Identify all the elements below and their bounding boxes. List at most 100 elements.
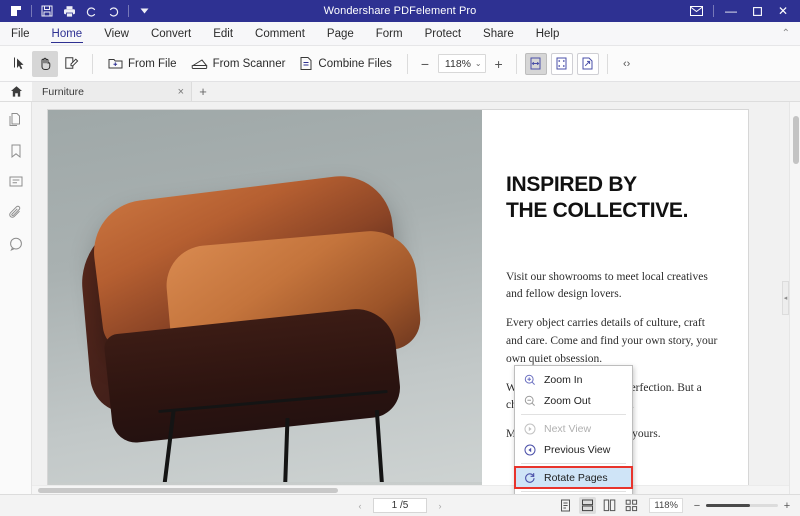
ribbon-divider-1 xyxy=(92,54,93,74)
menu-convert[interactable]: Convert xyxy=(140,22,202,45)
zoom-level-select[interactable]: 118% ⌄ xyxy=(438,54,486,73)
next-page-button[interactable]: › xyxy=(433,501,447,511)
page-fit-controls xyxy=(525,53,599,75)
window-controls: — ✕ xyxy=(683,0,800,22)
menu-help[interactable]: Help xyxy=(525,22,571,45)
undo-icon[interactable] xyxy=(80,1,102,21)
previous-page-button[interactable]: ‹ xyxy=(353,501,367,511)
new-tab-button[interactable]: + xyxy=(192,82,214,101)
menu-item-label: Next View xyxy=(544,423,591,435)
zoom-slider-track[interactable] xyxy=(706,504,778,507)
quick-access-toolbar xyxy=(0,1,155,21)
ribbon-toolbar: From File From Scanner Combine Files − 1… xyxy=(0,46,800,82)
menu-item-label: Zoom In xyxy=(544,374,583,386)
menu-page[interactable]: Page xyxy=(316,22,365,45)
menu-divider-2 xyxy=(521,463,626,464)
zoom-slider[interactable]: − + xyxy=(692,500,792,512)
minimize-button[interactable]: — xyxy=(718,0,744,22)
more-tools-icon[interactable]: ‹› xyxy=(616,53,638,75)
two-page-view-button[interactable] xyxy=(601,497,618,514)
page-number-input[interactable]: 1 /5 xyxy=(373,498,427,513)
menu-comment[interactable]: Comment xyxy=(244,22,316,45)
redo-icon[interactable] xyxy=(102,1,124,21)
vertical-scrollbar[interactable] xyxy=(789,102,800,494)
menu-edit[interactable]: Edit xyxy=(202,22,244,45)
home-tab-button[interactable] xyxy=(0,82,32,101)
tab-furniture[interactable]: Furniture × xyxy=(32,82,192,101)
customize-toolbar-icon[interactable] xyxy=(133,1,155,21)
slider-zoom-out-button[interactable]: − xyxy=(692,500,702,512)
combine-files-label: Combine Files xyxy=(318,58,392,70)
status-zoom-value[interactable]: 118% xyxy=(649,498,683,513)
zoom-controls: − 118% ⌄ + xyxy=(416,54,508,74)
continuous-view-button[interactable] xyxy=(579,497,596,514)
edit-tool-icon[interactable] xyxy=(58,51,84,77)
print-icon[interactable] xyxy=(58,1,80,21)
menu-item-zoom-in[interactable]: Zoom In xyxy=(515,369,632,390)
sidebar-item-comments[interactable] xyxy=(6,172,26,192)
grid-view-button[interactable] xyxy=(623,497,640,514)
collapse-ribbon-icon[interactable]: ⌃ xyxy=(782,22,800,45)
page-photo xyxy=(48,110,482,494)
document-viewer[interactable]: INSPIRED BY THE COLLECTIVE. Visit our sh… xyxy=(32,102,800,494)
vertical-scroll-thumb[interactable] xyxy=(793,116,799,164)
status-bar: ‹ 1 /5 › 118% − + xyxy=(0,494,800,516)
menu-view[interactable]: View xyxy=(93,22,140,45)
menu-protect[interactable]: Protect xyxy=(414,22,472,45)
headline-line-1: INSPIRED BY xyxy=(506,172,722,198)
from-file-label: From File xyxy=(128,58,177,70)
ribbon-divider-2 xyxy=(407,54,408,74)
zoom-out-icon xyxy=(523,394,536,407)
sidebar-item-attachments[interactable] xyxy=(6,203,26,223)
from-file-button[interactable]: From File xyxy=(101,51,184,77)
zoom-in-icon xyxy=(523,373,536,386)
sidebar-item-bookmarks[interactable] xyxy=(6,141,26,161)
tab-label: Furniture xyxy=(42,86,172,98)
menu-bar: File Home View Convert Edit Comment Page… xyxy=(0,22,800,46)
sidebar-item-thumbnails[interactable] xyxy=(6,110,26,130)
hand-tool-icon[interactable] xyxy=(32,51,58,77)
menu-share[interactable]: Share xyxy=(472,22,525,45)
actual-size-button[interactable] xyxy=(577,53,599,75)
context-menu[interactable]: Zoom In Zoom Out Next View xyxy=(514,365,633,494)
mail-icon[interactable] xyxy=(683,0,709,22)
app-logo-icon[interactable] xyxy=(5,1,27,21)
window-controls-divider xyxy=(713,5,714,17)
menu-item-label: Zoom Out xyxy=(544,395,591,407)
toolbar-divider xyxy=(31,5,32,17)
menu-item-label: Rotate Pages xyxy=(544,472,608,484)
paragraph-1: Visit our showrooms to meet local creati… xyxy=(506,269,722,305)
menu-file[interactable]: File xyxy=(0,22,41,45)
document-tab-bar: Furniture × + xyxy=(0,82,800,102)
menu-form[interactable]: Form xyxy=(365,22,414,45)
panel-collapse-handle[interactable]: ◂ xyxy=(782,281,789,315)
combine-files-button[interactable]: Combine Files xyxy=(292,51,399,77)
menu-home[interactable]: Home xyxy=(41,22,94,45)
menu-divider-1 xyxy=(521,414,626,415)
horizontal-scroll-thumb[interactable] xyxy=(38,488,338,493)
close-button[interactable]: ✕ xyxy=(770,0,796,22)
maximize-button[interactable] xyxy=(744,0,770,22)
from-scanner-button[interactable]: From Scanner xyxy=(184,51,293,77)
zoom-in-button[interactable]: + xyxy=(490,54,508,74)
menu-item-previous-view[interactable]: Previous View xyxy=(515,439,632,460)
rotate-icon xyxy=(523,471,536,484)
headline-line-2: THE COLLECTIVE. xyxy=(506,198,722,224)
save-icon[interactable] xyxy=(36,1,58,21)
zoom-level-value: 118% xyxy=(445,58,473,70)
sidebar-item-annotations[interactable] xyxy=(6,234,26,254)
previous-view-icon xyxy=(523,443,536,456)
menu-item-zoom-out[interactable]: Zoom Out xyxy=(515,390,632,411)
zoom-out-button[interactable]: − xyxy=(416,54,434,74)
zoom-slider-fill xyxy=(706,504,750,507)
toolbar-divider-2 xyxy=(128,5,129,17)
close-icon[interactable]: × xyxy=(178,86,184,98)
single-page-view-button[interactable] xyxy=(557,497,574,514)
slider-zoom-in-button[interactable]: + xyxy=(782,500,792,512)
horizontal-scrollbar[interactable] xyxy=(32,485,789,494)
menu-item-rotate-pages[interactable]: Rotate Pages xyxy=(515,467,632,488)
select-tool-icon[interactable] xyxy=(6,51,32,77)
fit-page-button[interactable] xyxy=(551,53,573,75)
fit-width-button[interactable] xyxy=(525,53,547,75)
title-bar: Wondershare PDFelement Pro — ✕ xyxy=(0,0,800,22)
